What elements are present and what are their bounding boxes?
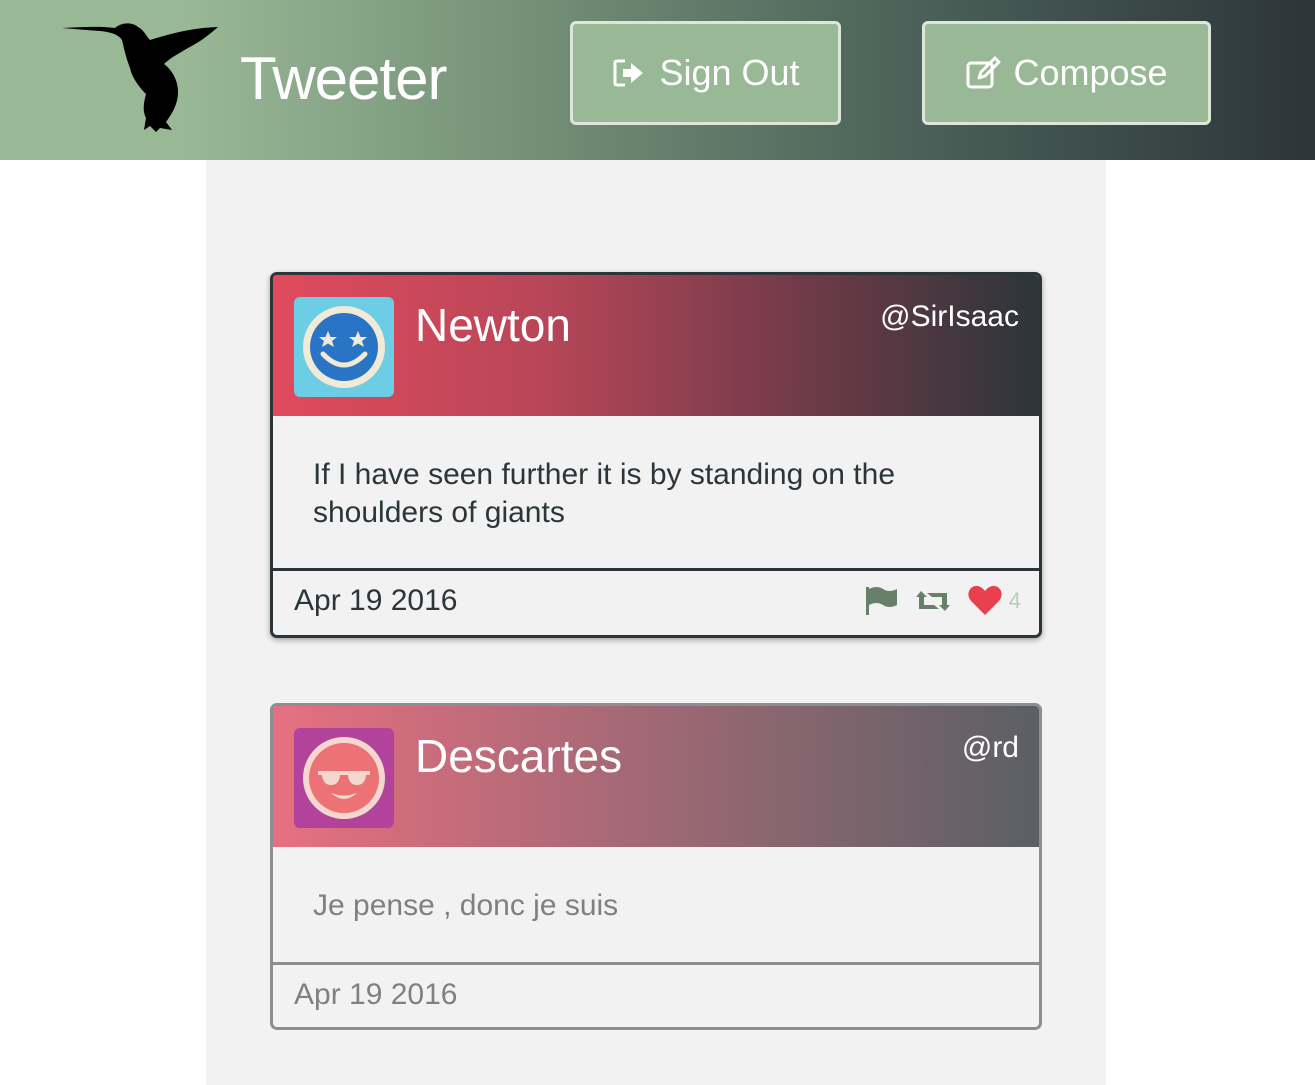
- sign-out-icon: [613, 59, 644, 87]
- edit-icon: [966, 56, 1001, 89]
- compose-button[interactable]: Compose: [922, 21, 1211, 125]
- sign-out-label: Sign Out: [659, 52, 800, 93]
- tweet-feed: Newton @SirIsaac If I have seen further …: [206, 160, 1106, 1085]
- tweet-text: Je pense , donc je suis: [273, 847, 1039, 965]
- top-navbar: Tweeter Sign Out Compose: [0, 0, 1315, 160]
- tweet-author-name: Newton: [415, 299, 571, 351]
- tweet-author-name: Descartes: [415, 730, 623, 782]
- tweet-text: If I have seen further it is by standing…: [273, 416, 1039, 571]
- tweet-actions: 4: [863, 585, 1021, 617]
- tweet-header: Newton @SirIsaac: [273, 275, 1039, 416]
- avatar: [294, 728, 394, 828]
- compose-label: Compose: [1013, 52, 1168, 93]
- tweet-date: Apr 19 2016: [294, 978, 458, 1011]
- tweet-card: Newton @SirIsaac If I have seen further …: [270, 272, 1042, 638]
- tweet-author-handle: @SirIsaac: [880, 300, 1019, 333]
- sign-out-button[interactable]: Sign Out: [570, 21, 841, 125]
- tweet-footer: Apr 19 2016 4: [273, 571, 1039, 630]
- brand-title[interactable]: Tweeter: [240, 44, 447, 114]
- tweet-date: Apr 19 2016: [294, 584, 458, 617]
- hummingbird-logo-icon: [62, 23, 218, 132]
- flag-icon[interactable]: [863, 585, 899, 617]
- star-eyes-smiley-icon: [303, 306, 385, 388]
- avatar: [294, 297, 394, 397]
- like-count: 4: [1008, 588, 1021, 613]
- tweet-card: Descartes @rd Je pense , donc je suis Ap…: [270, 703, 1042, 1030]
- sunglasses-smiley-icon: [303, 737, 385, 819]
- retweet-icon[interactable]: [915, 585, 951, 617]
- tweet-author-handle: @rd: [961, 731, 1019, 764]
- heart-icon[interactable]: [967, 585, 1003, 617]
- tweet-footer: Apr 19 2016: [273, 965, 1039, 1024]
- tweet-header: Descartes @rd: [273, 706, 1039, 847]
